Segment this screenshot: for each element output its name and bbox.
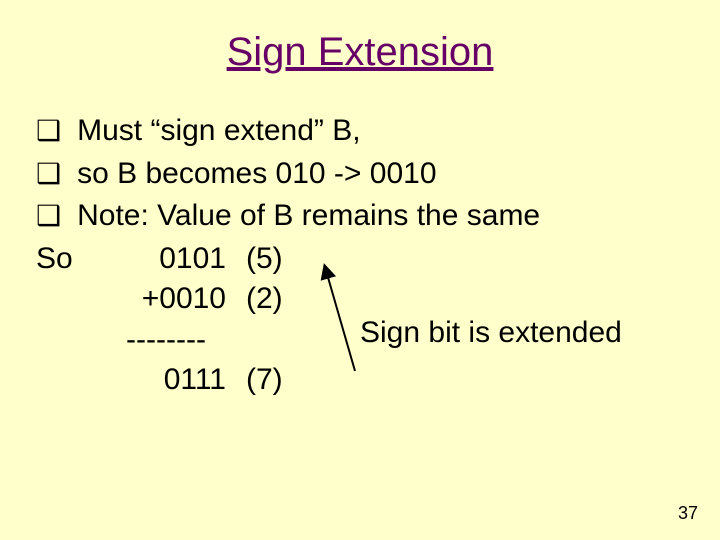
binary-value: +0010 xyxy=(106,279,226,320)
bullet-text: Note: Value of B remains the same xyxy=(77,196,540,237)
checkbox-bullet-icon: ❑ xyxy=(36,111,61,150)
checkbox-bullet-icon: ❑ xyxy=(36,196,61,235)
bullet-item: ❑ Must “sign extend” B, xyxy=(36,111,690,152)
decimal-value: (2) xyxy=(226,279,296,320)
slide-title: Sign Extension xyxy=(0,0,720,111)
bullet-text: Must “sign extend” B, xyxy=(77,111,360,152)
decimal-value: (5) xyxy=(226,239,296,280)
annotation-label: Sign bit is extended xyxy=(360,313,622,354)
bullet-item: ❑ Note: Value of B remains the same xyxy=(36,196,690,237)
decimal-value: (7) xyxy=(226,360,296,401)
binary-value: 0111 xyxy=(106,360,226,401)
example-row: 0111 (7) xyxy=(36,360,690,401)
binary-value: 0101 xyxy=(106,239,226,280)
bullet-text: so B becomes 010 -> 0010 xyxy=(77,154,436,195)
so-label: So xyxy=(36,239,106,280)
rule-line: -------- xyxy=(106,320,226,361)
checkbox-bullet-icon: ❑ xyxy=(36,154,61,193)
page-number: 37 xyxy=(678,503,698,524)
example-row: So 0101 (5) xyxy=(36,239,690,280)
slide-content: ❑ Must “sign extend” B, ❑ so B becomes 0… xyxy=(0,111,720,401)
bullet-item: ❑ so B becomes 010 -> 0010 xyxy=(36,154,690,195)
